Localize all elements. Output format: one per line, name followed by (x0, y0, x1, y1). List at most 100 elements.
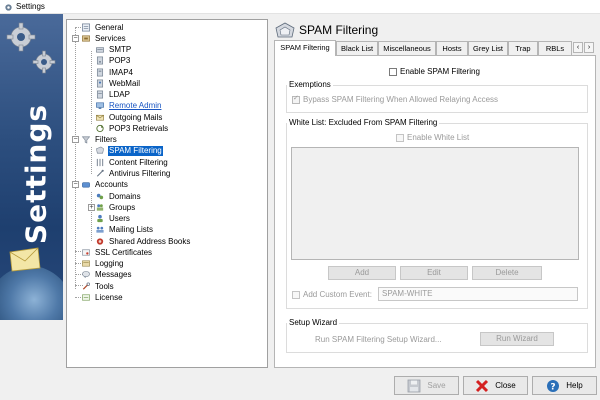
close-label: Close (495, 381, 516, 390)
tree-item-label: Outgoing Mails (109, 112, 163, 122)
enable-white-list-label: Enable White List (407, 133, 470, 142)
tree-item-mailing-lists[interactable]: Mailing Lists (95, 224, 154, 235)
white-list-title: White List: Excluded From SPAM Filtering (287, 118, 440, 127)
save-label: Save (427, 381, 446, 390)
delete-button[interactable]: Delete (472, 266, 542, 280)
antivirus-filtering-icon (96, 169, 104, 177)
tree-item-label: General (95, 22, 124, 32)
license-icon (82, 294, 90, 301)
tree-item-label: Users (109, 213, 130, 223)
tree-item-ssl-certificates[interactable]: SSL Certificates (81, 247, 153, 258)
tab-spam-filtering[interactable]: SPAM Filtering (274, 40, 336, 56)
tab-rbls[interactable]: RBLs (538, 41, 572, 55)
messages-icon (82, 271, 90, 279)
tree-item-groups[interactable]: Groups (95, 202, 136, 213)
spam-filtering-icon (96, 146, 104, 154)
tree-item-label: Mailing Lists (109, 224, 154, 234)
tree-item-outgoing-mails[interactable]: Outgoing Mails (95, 112, 163, 123)
tree-item-label: Remote Admin (109, 100, 162, 110)
enable-spam-filtering-checkbox[interactable]: Enable SPAM Filtering (389, 67, 480, 76)
run-wizard-button[interactable]: Run Wizard (480, 332, 554, 346)
tree-item-label: Logging (95, 258, 124, 268)
services-expander[interactable]: − (72, 35, 79, 42)
tree-item-domains[interactable]: Domains (95, 191, 142, 202)
chevron-right-icon: › (587, 44, 591, 51)
tree-item-shared-address-books[interactable]: Shared Address Books (95, 236, 191, 247)
ldap-icon (96, 90, 104, 99)
tree-item-messages[interactable]: Messages (81, 269, 132, 280)
close-button[interactable]: Close (463, 376, 528, 395)
accounts-expander[interactable]: − (72, 181, 79, 188)
tab-grey-list[interactable]: Grey List (468, 41, 508, 55)
tab-miscellaneous[interactable]: Miscellaneous (378, 41, 436, 55)
accounts-icon (82, 182, 90, 188)
mailing-lists-icon (96, 226, 104, 233)
smtp-icon (96, 47, 104, 53)
logging-icon (82, 260, 90, 267)
tab-scroll-right-button[interactable]: › (584, 42, 594, 53)
custom-event-input[interactable]: SPAM-WHITE (378, 287, 578, 301)
tree-item-imap4[interactable]: IMAP4 (95, 67, 134, 78)
tree-item-spam-filtering[interactable]: SPAM Filtering (95, 145, 163, 156)
tab-label: Trap (515, 44, 531, 53)
tab-trap[interactable]: Trap (508, 41, 538, 55)
tab-hosts[interactable]: Hosts (436, 41, 468, 55)
tree-item-users[interactable]: Users (95, 213, 131, 224)
page-header: SPAM Filtering (275, 20, 378, 40)
tree-item-label: Shared Address Books (109, 236, 191, 246)
tree-item-pop3[interactable]: POP3 (95, 55, 131, 66)
remote-admin-icon (96, 102, 104, 109)
tree-item-tools[interactable]: Tools (81, 281, 115, 292)
tab-label: Black List (340, 44, 374, 53)
tab-bar: SPAM Filtering Black List Miscellaneous … (274, 40, 596, 56)
tree-item-ldap[interactable]: LDAP (95, 89, 131, 100)
ssl-certificates-icon (82, 249, 90, 256)
checkbox-box (389, 67, 397, 76)
save-button[interactable]: Save (394, 376, 459, 395)
enable-white-list-checkbox[interactable]: Enable White List (396, 133, 469, 142)
gear-icon (6, 22, 36, 52)
tree-item-accounts[interactable]: Accounts (81, 179, 129, 190)
tree-item-services[interactable]: Services (81, 33, 127, 44)
add-button[interactable]: Add (328, 266, 396, 280)
tree-item-content-filtering[interactable]: Content Filtering (95, 157, 169, 168)
tree-item-smtp[interactable]: SMTP (95, 44, 132, 55)
groups-expander[interactable]: + (88, 204, 95, 211)
spam-filtering-icon (275, 22, 295, 38)
tree-item-label: IMAP4 (109, 67, 134, 77)
chevron-left-icon: ‹ (576, 44, 580, 51)
tree-item-filters[interactable]: Filters (81, 134, 118, 145)
custom-event-label: Add Custom Event: (303, 290, 372, 299)
tree-item-label: POP3 (109, 55, 131, 65)
filters-expander[interactable]: − (72, 136, 79, 143)
help-button[interactable]: ? Help (532, 376, 597, 395)
tree-item-general[interactable]: General (81, 22, 124, 33)
banner-text: Settings (19, 103, 53, 245)
save-icon (407, 379, 421, 392)
tree-item-label: WebMail (109, 78, 140, 88)
tree-item-license[interactable]: License (81, 292, 124, 303)
settings-tree: − − − + General Services SMTP POP3 IMAP4… (66, 19, 268, 368)
tree-item-remote-admin[interactable]: Remote Admin (95, 100, 162, 111)
close-icon (476, 379, 489, 392)
tree-item-logging[interactable]: Logging (81, 258, 124, 269)
edit-button[interactable]: Edit (400, 266, 468, 280)
tab-scroll-left-button[interactable]: ‹ (573, 42, 583, 53)
tree-item-label: SMTP (109, 44, 132, 54)
tree-item-pop3-retrievals[interactable]: POP3 Retrievals (95, 123, 169, 134)
globe-icon (0, 266, 63, 320)
tab-black-list[interactable]: Black List (336, 41, 378, 55)
tree-item-webmail[interactable]: WebMail (95, 78, 141, 89)
delete-label: Delete (495, 268, 519, 277)
tree-item-label: LDAP (109, 89, 130, 99)
bypass-label: Bypass SPAM Filtering When Allowed Relay… (303, 95, 499, 104)
tree-item-label: Groups (109, 202, 136, 212)
checkbox-box (292, 290, 300, 299)
bypass-spam-filtering-checkbox[interactable]: Bypass SPAM Filtering When Allowed Relay… (292, 94, 499, 104)
white-list-listbox[interactable] (291, 147, 579, 260)
checkbox-box (396, 133, 404, 142)
tree-item-antivirus-filtering[interactable]: Antivirus Filtering (95, 168, 171, 179)
filters-icon (81, 136, 91, 144)
run-wizard-text: Run SPAM Filtering Setup Wizard... (315, 335, 442, 344)
add-custom-event-checkbox[interactable]: Add Custom Event: (292, 290, 372, 299)
